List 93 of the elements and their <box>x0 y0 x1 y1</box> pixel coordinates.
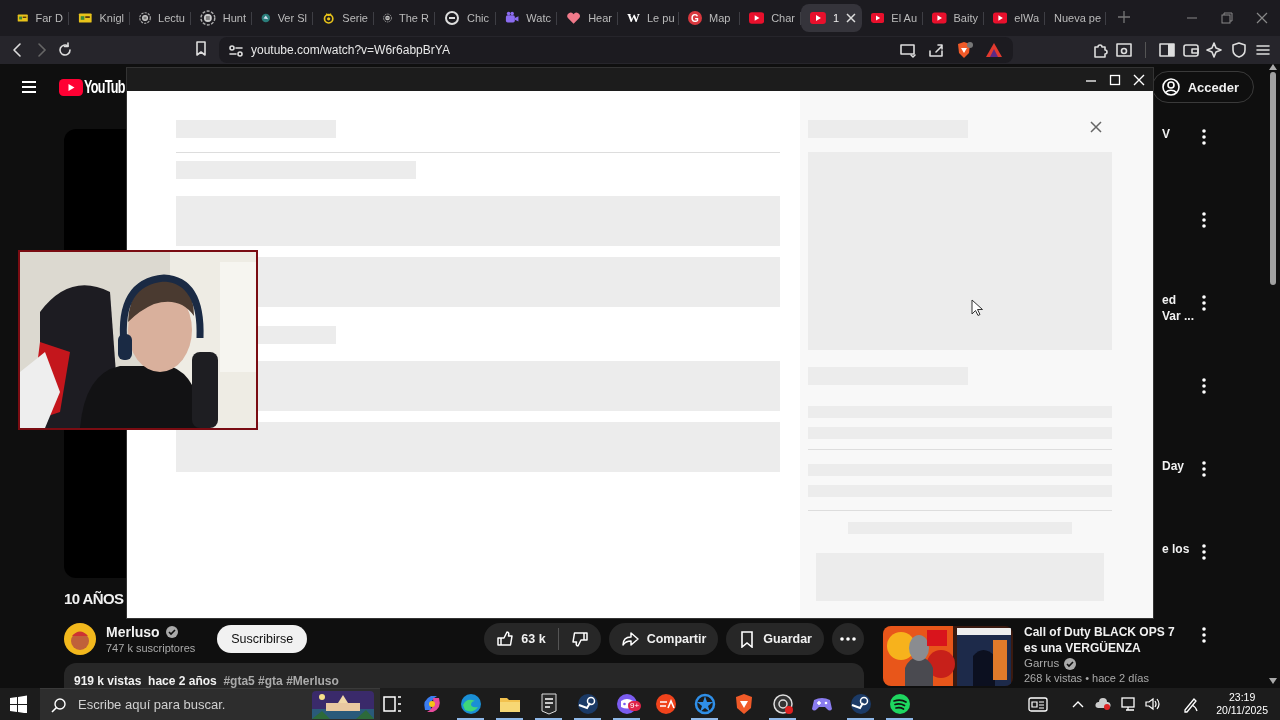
play-icon <box>810 12 826 24</box>
play-icon <box>932 12 947 24</box>
browser-tab[interactable]: Hunt <box>191 4 252 32</box>
description-box[interactable]: 919 k vistas hace 2 años #gta5 #gta #Merluso <box>64 663 864 688</box>
windows-logo-icon[interactable] <box>9 695 27 713</box>
card-icon <box>17 11 29 25</box>
tune-icon[interactable] <box>227 42 243 58</box>
channel-name[interactable]: Merluso <box>106 624 160 640</box>
reader-icon[interactable] <box>1115 41 1133 59</box>
view-stats: 919 k vistas hace 2 años <box>74 674 217 688</box>
share-icon <box>620 630 640 648</box>
volume-icon[interactable] <box>1144 695 1161 713</box>
subscribe-button[interactable]: Suscribirse <box>217 625 308 653</box>
video-title[interactable]: Call of Duty BLACK OPS 7 es una VERGÜENZA <box>1024 624 1179 656</box>
video-title: 10 AÑOS <box>64 589 124 609</box>
wallet-icon[interactable] <box>1182 41 1200 59</box>
browser-tab[interactable]: Far D <box>8 4 69 32</box>
channel-name[interactable]: Garrus <box>1024 656 1060 671</box>
browser-tab[interactable]: Serie <box>313 4 374 32</box>
video-title[interactable]: e los <box>1162 541 1196 557</box>
browser-tab[interactable]: elWa <box>984 4 1045 32</box>
star-logo-icon[interactable] <box>692 692 717 716</box>
triangle-icon[interactable] <box>985 41 1003 59</box>
browser-tab[interactable]: Knigl <box>69 4 130 32</box>
play-icon <box>749 12 765 24</box>
news-icon[interactable] <box>1028 695 1049 713</box>
round-logo-icon[interactable] <box>653 692 678 716</box>
browser-tab[interactable]: W Le pu <box>618 4 679 32</box>
knot-icon <box>322 10 336 26</box>
browser-tab[interactable]: Baity <box>923 4 984 32</box>
video-title[interactable]: V <box>1162 126 1196 142</box>
reload-icon[interactable] <box>56 41 74 59</box>
logo-text[interactable]: YouTub <box>84 76 125 98</box>
letter-icon: W <box>627 10 640 26</box>
sparkle-icon[interactable] <box>1206 41 1224 59</box>
notification-badge: 9+ <box>628 701 642 711</box>
hashtags[interactable]: #gta5 #gta #Merluso <box>223 674 339 688</box>
cursor-icon <box>971 299 983 316</box>
puzzle-icon[interactable] <box>1091 41 1109 59</box>
menu-icon[interactable] <box>20 78 38 96</box>
scrollbar-thumb[interactable] <box>1270 72 1276 285</box>
browser-tab[interactable]: G Map <box>679 4 740 32</box>
lion-shield-icon[interactable] <box>955 41 975 59</box>
thumbs-down-icon <box>570 630 589 648</box>
video-title[interactable]: Day <box>1162 458 1196 474</box>
card-icon <box>78 11 93 25</box>
subscriber-count: 747 k suscriptores <box>106 642 196 654</box>
address-bar[interactable]: youtube.com/watch?v=W6r6abpBrYA <box>219 37 1013 63</box>
wave-icon[interactable] <box>458 692 483 716</box>
search-field[interactable]: Escribe aquí para buscar. <box>76 696 302 713</box>
browser-tab[interactable]: 1 <box>801 4 862 32</box>
more-button[interactable] <box>832 623 864 655</box>
network-icon[interactable] <box>1120 695 1137 713</box>
letter-icon: G <box>688 11 702 25</box>
plus-icon[interactable] <box>1118 11 1130 23</box>
share-icon[interactable] <box>927 41 945 59</box>
avatar[interactable] <box>64 623 96 655</box>
disc-logo-icon[interactable] <box>848 692 873 716</box>
account-icon <box>1160 77 1181 97</box>
record-icon[interactable] <box>770 692 795 716</box>
clock-date[interactable]: 20/11/2025 <box>1216 704 1268 717</box>
browser-tab[interactable]: Watc <box>496 4 557 32</box>
play-icon <box>993 12 1008 24</box>
more-icon <box>840 637 856 641</box>
restore-icon[interactable] <box>1219 10 1235 26</box>
browser-tab[interactable]: Ver Sl <box>252 4 313 32</box>
browser-tab[interactable]: Char <box>740 4 801 32</box>
play-icon <box>871 12 885 24</box>
save-button[interactable]: Guardar <box>726 623 824 655</box>
browser-tab[interactable]: Lectu <box>130 4 191 32</box>
scroll-down-icon[interactable] <box>1269 678 1277 684</box>
heart-icon <box>566 10 582 26</box>
clock-time[interactable]: 23:19 <box>1228 691 1256 704</box>
music-icon[interactable] <box>887 692 912 716</box>
cast-icon[interactable] <box>899 41 917 59</box>
thumbs-up-icon <box>496 630 515 648</box>
cloud-icon[interactable] <box>1094 695 1113 713</box>
browser-tab[interactable]: Hear <box>557 4 618 32</box>
browser-tab[interactable]: Chic <box>435 4 496 32</box>
share-button[interactable]: Compartir <box>608 623 719 655</box>
browser-tab[interactable]: The R <box>374 4 435 32</box>
disc-logo-icon[interactable] <box>575 692 600 716</box>
like-button[interactable]: 63 k <box>484 623 558 655</box>
browser-tab[interactable]: El Au <box>862 4 923 32</box>
video-title[interactable]: ed Var ... <box>1162 292 1196 324</box>
play-logo-icon[interactable] <box>59 78 83 96</box>
browser-tab[interactable]: Nueva pe <box>1045 4 1106 32</box>
video-meta: 268 k vistas • hace 2 días <box>1024 671 1150 685</box>
search-box[interactable]: Escribe aquí para buscar. <box>40 688 380 720</box>
search-icon <box>50 696 66 713</box>
ring-icon <box>444 10 460 26</box>
shield-icon[interactable] <box>1230 41 1248 59</box>
sidebar-icon[interactable] <box>1158 41 1176 59</box>
